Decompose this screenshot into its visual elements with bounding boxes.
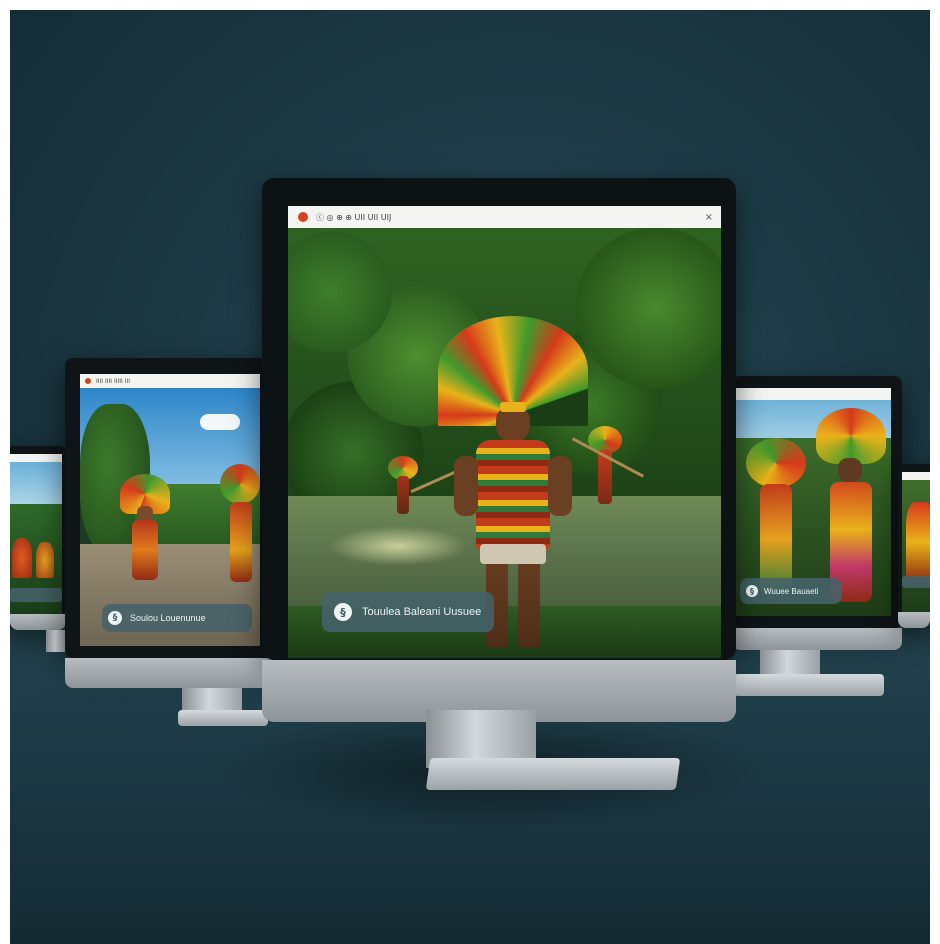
- close-icon[interactable]: ×: [705, 212, 713, 223]
- dancer-figure: [220, 464, 260, 594]
- dancer-figure: [120, 474, 170, 584]
- far-right-screen: [902, 472, 930, 612]
- record-dot: [298, 212, 308, 222]
- far-left-caption: [10, 588, 62, 602]
- far-right-caption: [902, 576, 930, 588]
- left-caption: § Soulou Louenunue: [102, 604, 252, 632]
- far-left-screen: [10, 454, 62, 614]
- browser-menu: ⓒ ◎ ⊕ ⊕ UII UII UIJ: [316, 212, 392, 222]
- record-dot: [85, 378, 91, 384]
- left-screen: IIII IIII IIIII III § Soulou Louenunue: [80, 374, 260, 646]
- browser-menu: IIII IIII IIIII III: [96, 377, 131, 385]
- caption-text: Soulou Louenunue: [130, 613, 206, 623]
- caption-icon: §: [334, 603, 352, 621]
- caption-icon: §: [746, 585, 758, 597]
- browser-bar: IIII IIII IIIII III: [80, 374, 260, 389]
- caption-icon: §: [108, 611, 122, 625]
- center-caption: § Touulea Baleani Uusuee: [322, 592, 494, 632]
- right-screen: § Wuuee Bauaeti: [736, 388, 891, 616]
- scene-background: IIII IIII IIIII III § Soulou Louenunue §…: [10, 10, 930, 944]
- right-caption: § Wuuee Bauaeti: [740, 578, 842, 604]
- warrior-figure: [388, 456, 418, 516]
- caption-text: Touulea Baleani Uusuee: [362, 606, 482, 618]
- browser-bar: ⓒ ◎ ⊕ ⊕ UII UII UIJ ×: [288, 206, 721, 229]
- warrior-figure: [588, 426, 622, 506]
- caption-text: Wuuee Bauaeti: [764, 586, 819, 596]
- center-screen: ⓒ ◎ ⊕ ⊕ UII UII UIJ × § Touulea Baleani …: [288, 206, 721, 658]
- monitor-base: [425, 758, 681, 790]
